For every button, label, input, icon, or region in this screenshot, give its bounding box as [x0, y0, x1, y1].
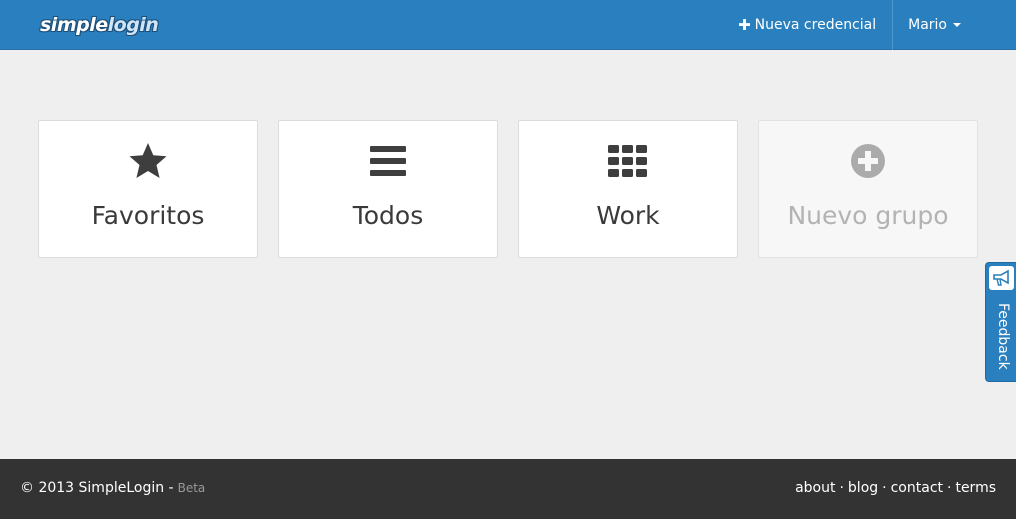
footer-separator: · — [839, 480, 844, 496]
footer-copyright: © 2013 SimpleLogin - Beta — [20, 480, 205, 496]
top-navbar: simplelogin ✚ Nueva credencial Mario — [0, 0, 1016, 50]
plus-icon: ✚ — [738, 16, 751, 34]
plus-circle-icon — [759, 141, 977, 181]
group-card-todos[interactable]: Todos — [278, 120, 498, 258]
beta-badge: Beta — [177, 481, 206, 495]
logo-text-simple: simple — [40, 14, 108, 36]
footer-separator: · — [947, 480, 952, 496]
new-credential-label: Nueva credencial — [754, 17, 877, 33]
group-card-favoritos[interactable]: Favoritos — [38, 120, 258, 258]
card-label: Favoritos — [91, 201, 205, 230]
card-label: Nuevo grupo — [787, 201, 949, 230]
caret-down-icon — [953, 23, 961, 27]
simplelogin-logo[interactable]: simplelogin — [40, 11, 159, 39]
user-menu-dropdown[interactable]: Mario — [893, 0, 1016, 50]
new-group-card[interactable]: Nuevo grupo — [758, 120, 978, 258]
group-card-work[interactable]: Work — [518, 120, 738, 258]
megaphone-icon — [989, 266, 1014, 290]
footer-link-terms[interactable]: terms — [955, 480, 996, 496]
copyright-text: © 2013 SimpleLogin - — [20, 480, 174, 496]
feedback-label: Feedback — [995, 303, 1011, 370]
footer-link-contact[interactable]: contact — [891, 480, 943, 496]
footer-links: about · blog · contact · terms — [795, 480, 996, 496]
star-icon — [39, 141, 257, 181]
card-label: Work — [596, 201, 660, 230]
footer-separator: · — [882, 480, 887, 496]
user-name: Mario — [908, 17, 947, 33]
list-icon — [279, 141, 497, 181]
grid-icon — [519, 141, 737, 181]
footer-link-about[interactable]: about — [795, 480, 835, 496]
new-credential-button[interactable]: ✚ Nueva credencial — [738, 0, 892, 50]
logo-text-login: login — [107, 14, 159, 36]
navbar-actions: ✚ Nueva credencial Mario — [738, 0, 1016, 50]
footer-link-blog[interactable]: blog — [848, 480, 878, 496]
footer: © 2013 SimpleLogin - Beta about · blog · … — [0, 459, 1016, 519]
card-label: Todos — [352, 201, 424, 230]
feedback-tab[interactable]: Feedback — [985, 262, 1016, 382]
